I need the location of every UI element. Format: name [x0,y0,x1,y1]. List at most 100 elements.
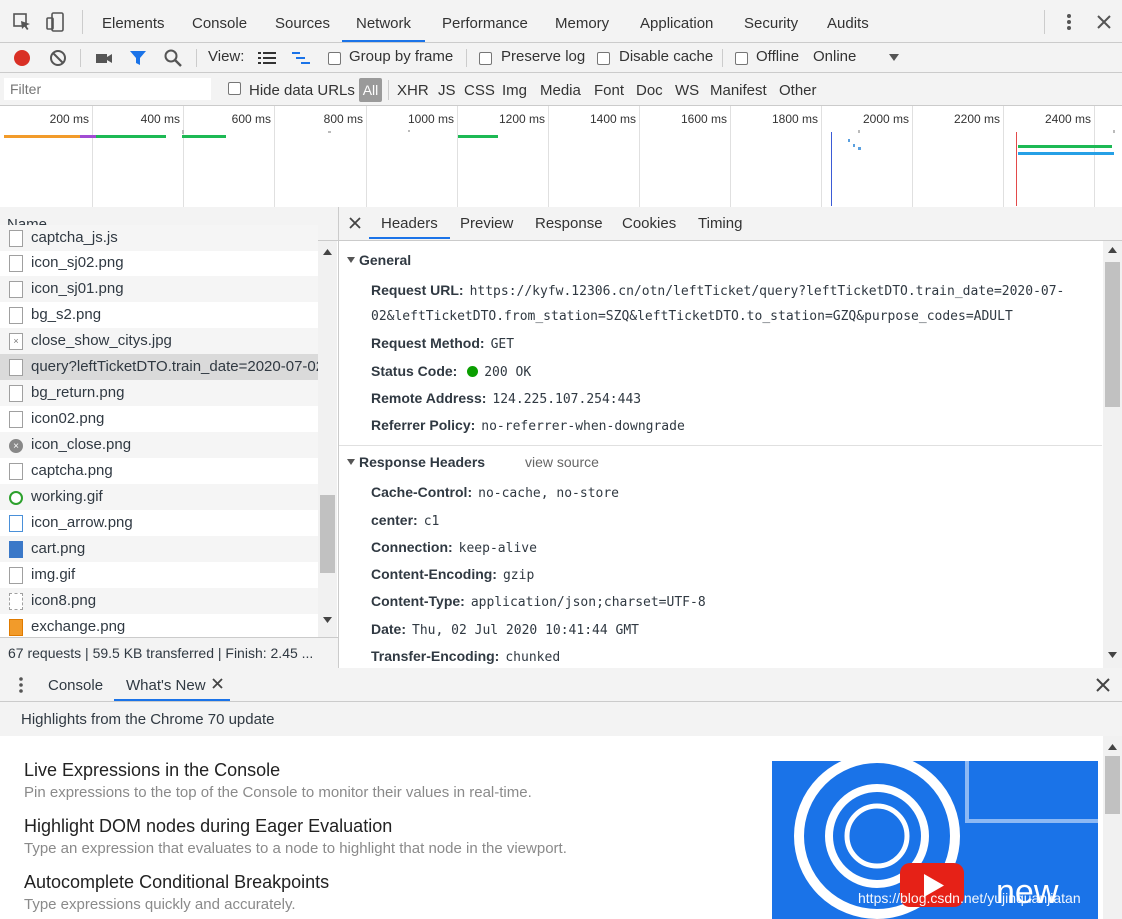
tab-audits[interactable]: Audits [827,0,869,42]
close-tab-icon[interactable] [212,678,223,689]
group-by-frame-label: Group by frame [349,48,454,65]
tab-elements[interactable]: Elements [102,0,165,42]
filter-type-ws[interactable]: WS [675,82,699,99]
list-item[interactable]: bg_return.png [0,380,318,406]
disable-cache-checkbox[interactable] [597,52,610,65]
filter-type-doc[interactable]: Doc [636,82,663,99]
tab-performance[interactable]: Performance [442,0,528,42]
tab-headers[interactable]: Headers [369,215,450,239]
device-toolbar-icon[interactable] [45,11,67,33]
filter-type-xhr[interactable]: XHR [397,82,429,99]
record-icon[interactable] [12,48,32,68]
scroll-down-icon[interactable] [323,617,332,623]
image-file-icon [9,567,23,584]
scroll-up-icon[interactable] [1108,247,1117,253]
tab-timing[interactable]: Timing [698,215,742,232]
list-item[interactable]: cart.png [0,536,318,562]
list-item[interactable]: exchange.png [0,614,318,636]
kebab-menu-icon[interactable] [1058,11,1080,33]
list-item[interactable]: × close_show_citys.jpg [0,328,318,354]
feature-title[interactable]: Live Expressions in the Console [24,760,280,781]
list-item[interactable]: icon_arrow.png [0,510,318,536]
image-file-icon [9,307,23,324]
drawer-menu-icon[interactable] [14,676,28,694]
tab-preview[interactable]: Preview [460,215,513,232]
toolbar-divider [80,49,81,67]
tab-network[interactable]: Network [341,0,426,42]
network-overview[interactable]: 200 ms 400 ms 600 ms 800 ms 1000 ms 1200… [0,106,1122,208]
header-row-request-method: Request Method: GET [371,335,515,352]
filter-type-other[interactable]: Other [779,82,817,99]
list-item[interactable]: icon02.png [0,406,318,432]
view-source-link[interactable]: view source [525,454,599,470]
scroll-up-icon[interactable] [1108,744,1117,750]
list-item[interactable]: captcha.png [0,458,318,484]
hide-data-urls-label: Hide data URLs [249,82,355,99]
filter-type-all[interactable]: All [359,78,382,102]
header-row: Content-Type: application/json;charset=UT… [371,593,706,610]
tab-memory[interactable]: Memory [555,0,609,42]
large-rows-icon[interactable] [257,49,277,67]
expand-triangle-icon[interactable] [347,459,355,465]
general-section-title[interactable]: General [359,252,411,268]
close-icon: × [9,439,23,453]
list-item[interactable]: icon8.png [0,588,318,614]
filter-type-media[interactable]: Media [540,82,581,99]
response-headers-section-title[interactable]: Response Headers [359,454,485,470]
close-devtools-icon[interactable] [1093,11,1115,33]
detail-scroll-thumb[interactable] [1105,262,1120,407]
filter-type-manifest[interactable]: Manifest [710,82,767,99]
detail-tab-bar: Headers Preview Response Cookies Timing [339,207,1122,241]
drawer-scroll-thumb[interactable] [1105,756,1120,814]
hide-data-urls-checkbox[interactable] [228,82,241,95]
feature-title[interactable]: Highlight DOM nodes during Eager Evaluat… [24,816,392,837]
tab-sources[interactable]: Sources [275,0,330,42]
throttling-select[interactable]: Online [813,48,856,65]
tab-cookies[interactable]: Cookies [622,215,676,232]
tab-response[interactable]: Response [535,215,603,232]
waterfall-overview-icon[interactable] [291,49,311,67]
group-by-frame-checkbox[interactable] [328,52,341,65]
header-row: center: c1 [371,512,440,529]
search-icon[interactable] [163,48,183,68]
tab-console[interactable]: Console [192,0,247,42]
list-item[interactable]: × icon_close.png [0,432,318,458]
filter-type-js[interactable]: JS [438,82,456,99]
drawer-tab-whats-new[interactable]: What's New [126,677,206,694]
chevron-down-icon[interactable] [889,54,899,62]
drawer-tab-console[interactable]: Console [48,677,103,694]
expand-triangle-icon[interactable] [347,257,355,263]
filter-type-css[interactable]: CSS [464,82,495,99]
header-row: Connection: keep-alive [371,539,537,556]
toolbar-divider [196,49,197,67]
list-item[interactable]: bg_s2.png [0,302,318,328]
list-item[interactable]: icon_sj02.png [0,250,318,276]
highlights-title: Highlights from the Chrome 70 update [21,711,275,728]
tab-security[interactable]: Security [744,0,798,42]
header-row-request-url-cont: 02&leftTicketDTO.from_station=SZQ&leftTi… [371,309,1013,324]
close-detail-icon[interactable] [349,217,361,229]
tab-application[interactable]: Application [640,0,713,42]
preserve-log-checkbox[interactable] [479,52,492,65]
offline-checkbox[interactable] [735,52,748,65]
filter-input[interactable] [4,78,211,100]
request-list-scroll-thumb[interactable] [320,495,335,573]
list-item[interactable]: icon_sj01.png [0,276,318,302]
clear-icon[interactable] [48,48,68,68]
filter-type-font[interactable]: Font [594,82,624,99]
list-item[interactable]: captcha_js.js [0,225,318,251]
filter-type-img[interactable]: Img [502,82,527,99]
filter-icon[interactable] [128,48,148,68]
request-list-scrollbar[interactable] [318,241,337,637]
capture-screenshots-icon[interactable] [94,48,114,68]
feature-title[interactable]: Autocomplete Conditional Breakpoints [24,872,329,893]
list-item-selected[interactable]: query?leftTicketDTO.train_date=2020-07-0… [0,354,318,380]
header-row: Date: Thu, 02 Jul 2020 10:41:44 GMT [371,621,639,638]
close-drawer-icon[interactable] [1096,678,1110,692]
scroll-down-icon[interactable] [1108,652,1117,658]
section-divider [339,445,1102,446]
list-item[interactable]: img.gif [0,562,318,588]
scroll-up-icon[interactable] [323,249,332,255]
list-item[interactable]: working.gif [0,484,318,510]
inspect-element-icon[interactable] [11,11,33,33]
